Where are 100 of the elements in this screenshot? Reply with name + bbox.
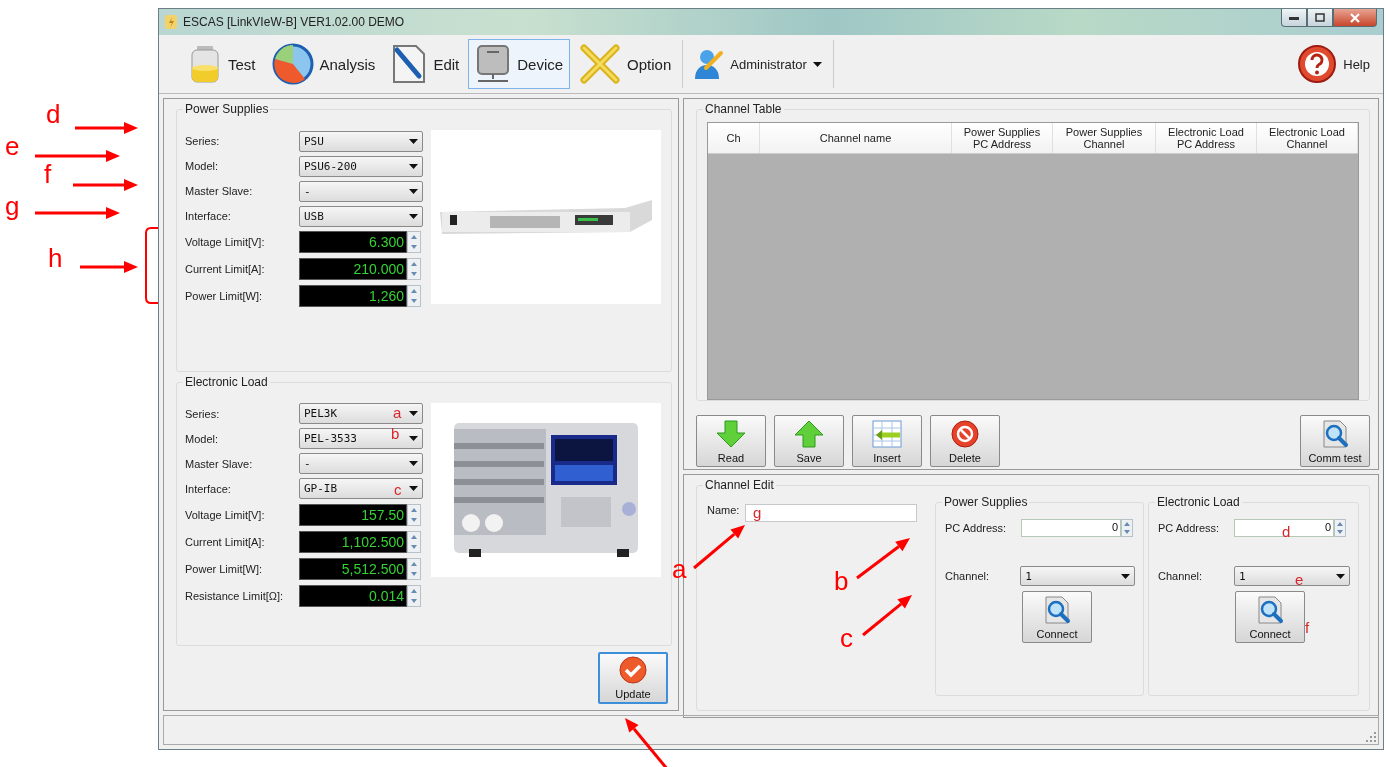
annotation-arrow	[625, 718, 670, 767]
spin-buttons[interactable]	[407, 530, 421, 553]
caret-icon	[409, 436, 418, 442]
spin-buttons[interactable]	[407, 557, 421, 580]
magnifier-document-icon	[1321, 420, 1349, 448]
dropdown[interactable]: PSU	[299, 130, 423, 152]
group-title: Channel Table	[703, 102, 784, 116]
field-label: Current Limit[A]:	[185, 263, 266, 275]
annotation-letter: f	[44, 161, 52, 187]
dropdown[interactable]: USB	[299, 205, 423, 227]
table-insert-icon	[872, 420, 902, 448]
number-field[interactable]: 157.50	[299, 503, 407, 526]
pie-chart-icon	[271, 43, 314, 85]
toolbar-button[interactable]: Insert	[852, 415, 922, 467]
caret-icon	[409, 188, 418, 194]
toolbar-button[interactable]: Save	[774, 415, 844, 467]
spin-buttons[interactable]	[407, 503, 421, 526]
minimize-button[interactable]	[1281, 9, 1307, 27]
number-field[interactable]: 1,260	[299, 285, 407, 307]
user-icon	[694, 48, 725, 80]
toolbar-button[interactable]: Delete	[930, 415, 1000, 467]
resize-grip-icon[interactable]	[1366, 732, 1376, 742]
caret-icon	[409, 411, 418, 417]
dropdown[interactable]: -	[299, 180, 423, 202]
toolbar-button[interactable]: Device	[468, 39, 571, 89]
window-title: ESCAS [LinkVIeW-B] VER1.02.00 DEMO	[183, 15, 406, 29]
spin-buttons[interactable]	[407, 258, 421, 280]
field-label: Model:	[185, 160, 220, 172]
help-icon	[1297, 44, 1338, 84]
annotation-letter: h	[48, 245, 63, 271]
spin-buttons[interactable]	[1334, 519, 1346, 537]
column-header[interactable]: Power Supplies PC Address	[952, 123, 1053, 153]
dropdown[interactable]: 1	[1020, 566, 1135, 586]
battery-icon	[188, 44, 222, 84]
toolbar-button[interactable]: Analysis	[264, 39, 383, 89]
app-icon	[165, 15, 177, 29]
dropdown[interactable]: PSU6-200	[299, 155, 423, 177]
field-label: Master Slave:	[185, 457, 254, 470]
dropdown[interactable]: -	[299, 453, 423, 475]
column-header[interactable]: Electronic Load PC Address	[1156, 123, 1257, 153]
toolbar-button[interactable]: Edit	[384, 39, 467, 89]
magnifier-document-icon	[1043, 596, 1071, 624]
group-title: Electronic Load	[183, 374, 270, 389]
group-title: Power Supplies	[183, 102, 271, 116]
field-label: Master Slave:	[185, 185, 254, 197]
maximize-button[interactable]	[1307, 9, 1333, 27]
annotation-letter: a	[672, 556, 687, 582]
up-arrow-icon	[794, 420, 824, 448]
close-button[interactable]	[1333, 9, 1377, 27]
user-menu-button[interactable]: Administrator	[687, 39, 829, 89]
field-label: PC Address:	[945, 522, 1008, 534]
magnifier-document-icon	[1256, 596, 1284, 624]
close-icon	[1350, 12, 1360, 23]
toolbar-button[interactable]: Option	[572, 39, 679, 89]
minimize-icon	[1289, 15, 1299, 20]
toolbar-button[interactable]: Comm test	[1300, 415, 1370, 467]
number-field[interactable]: 6.300	[299, 231, 407, 253]
column-header[interactable]: Channel name	[760, 123, 952, 153]
field-label: Interface:	[185, 210, 232, 222]
annotation-arrow	[73, 179, 138, 191]
document-pencil-icon	[391, 44, 428, 84]
column-header[interactable]: Ch	[708, 123, 760, 153]
field-label: Resistance Limit[Ω]:	[185, 589, 285, 602]
toolbar-button[interactable]: Test	[181, 39, 263, 89]
field-label: Voltage Limit[V]:	[185, 508, 266, 521]
column-header[interactable]: Electronic Load Channel	[1257, 123, 1358, 153]
spin-buttons[interactable]	[407, 285, 421, 307]
down-arrow-icon	[716, 420, 746, 448]
group-title: Channel Edit	[703, 478, 776, 492]
annotation-arrow	[862, 595, 912, 637]
field-label: Power Limit[W]:	[185, 562, 263, 575]
column-header[interactable]: Power Supplies Channel	[1053, 123, 1156, 153]
annotation-letter: a	[393, 405, 402, 420]
spin-buttons[interactable]	[407, 584, 421, 607]
field-label: Voltage Limit[V]:	[185, 236, 266, 248]
annotation-letter: f	[1305, 620, 1310, 635]
annotation-letter: c	[840, 625, 853, 651]
field-label: Model:	[185, 432, 220, 445]
name-field[interactable]	[745, 504, 918, 522]
number-field[interactable]: 5,512.500	[299, 557, 407, 580]
annotation-letter: d	[46, 101, 61, 127]
field-label: Channel:	[945, 570, 991, 582]
group-title: Electronic Load	[1155, 495, 1242, 509]
spin-buttons[interactable]	[407, 231, 421, 253]
toolbar-button[interactable]: Read	[696, 415, 766, 467]
caret-icon	[812, 61, 822, 67]
number-field[interactable]: 0.014	[299, 584, 407, 607]
annotation-letter: b	[391, 426, 400, 441]
annotation-arrow	[693, 525, 745, 570]
annotation-letter: e	[1295, 572, 1304, 587]
field-label: Name:	[707, 504, 740, 516]
number-field[interactable]: 1,102.500	[299, 530, 407, 553]
connect-button[interactable]: Connect	[1022, 591, 1092, 643]
number-field[interactable]: 0	[1021, 519, 1121, 537]
help-button[interactable]: Help	[1290, 39, 1377, 89]
number-field[interactable]: 210.000	[299, 258, 407, 280]
connect-button[interactable]: Connect	[1235, 591, 1305, 643]
spin-buttons[interactable]	[1121, 519, 1133, 537]
field-label: Series:	[185, 407, 221, 420]
update-button[interactable]: Update	[598, 652, 668, 704]
